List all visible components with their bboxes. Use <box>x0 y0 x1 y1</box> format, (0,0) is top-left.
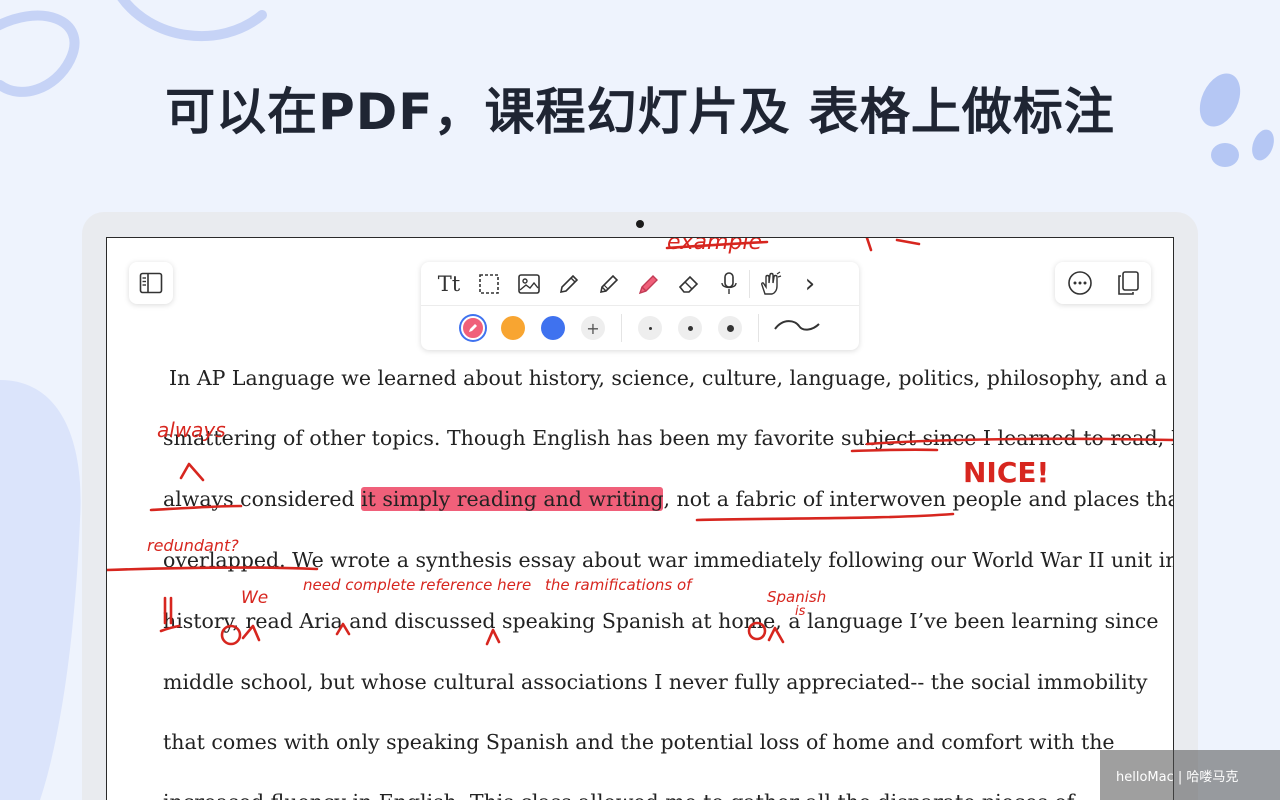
promo-headline: 可以在PDF，课程幻灯片及 表格上做标注 <box>165 83 1115 141</box>
ink-annotation-example: example <box>667 237 763 255</box>
camera-dot <box>636 220 644 228</box>
ink-annotation-ramifications: the ramifications of <box>545 576 692 594</box>
ink-annotation-redundant: redundant? <box>147 536 239 555</box>
decor-blob-left <box>0 380 81 800</box>
ink-annotation-always: always <box>157 418 226 442</box>
ink-annotation-need-ref: need complete reference here <box>303 576 532 594</box>
watermark: helloMac | 哈喽马克 <box>1100 750 1280 800</box>
ink-strokes <box>107 238 1173 646</box>
document-screen: Tt › + In AP Language we learned about h… <box>106 237 1174 800</box>
ink-annotation-we: We <box>241 588 269 608</box>
ink-annotation-nice: NICE! <box>963 456 1050 489</box>
ink-annotation-is: is <box>795 604 806 619</box>
